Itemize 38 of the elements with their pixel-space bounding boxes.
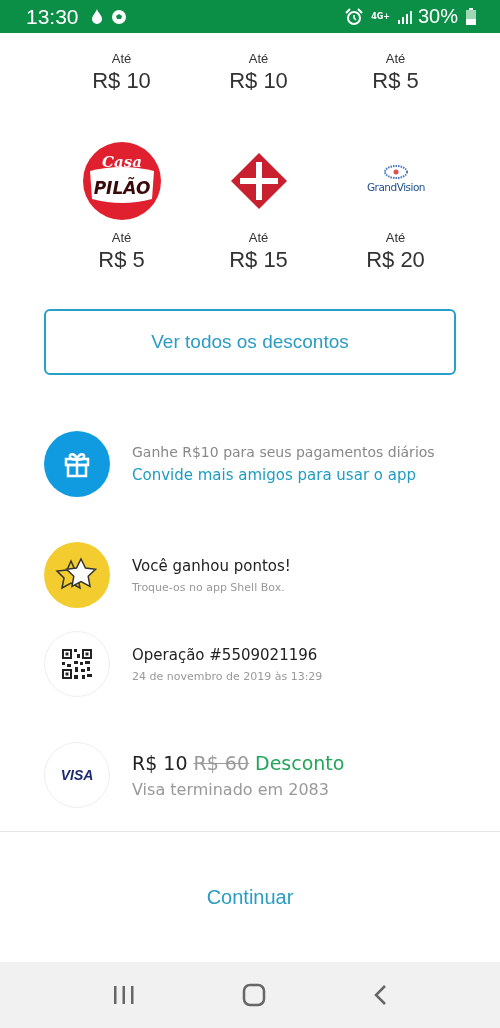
item-subtitle: Troque-os no app Shell Box.	[132, 580, 286, 594]
battery-icon	[466, 8, 476, 25]
referral-text: Ganhe R$10 para seus pagamentos diários	[132, 444, 435, 460]
home-icon[interactable]	[242, 983, 266, 1007]
discount-amount: R$ 5	[372, 67, 419, 95]
discount-amount: R$ 15	[229, 246, 288, 274]
brand-logo: GrandVision	[363, 164, 428, 198]
signal-icon	[397, 9, 412, 24]
continue-button[interactable]: Continuar	[194, 879, 306, 915]
back-icon[interactable]	[372, 984, 387, 1006]
item-subtitle: 24 de novembro de 2019 às 13:29	[132, 669, 323, 683]
invite-link[interactable]: Convide mais amigos para usar o app	[132, 466, 435, 484]
old-price: R$ 60	[193, 751, 250, 774]
alarm-icon	[345, 7, 364, 26]
discount-label: Desconto	[255, 751, 345, 774]
flame-icon	[90, 8, 103, 25]
discount-prefix: Até	[385, 51, 406, 67]
discount-prefix: Até	[248, 51, 269, 67]
recent-apps-icon[interactable]	[113, 985, 136, 1005]
discount-prefix: Até	[111, 230, 132, 246]
discount-prefix: Até	[111, 51, 132, 67]
brand-logo: Casa PILÃO	[81, 141, 162, 221]
item-title: Operação #5509021196	[132, 645, 319, 664]
discount-amount: R$ 10	[229, 67, 288, 95]
battery-label: 30%	[417, 5, 458, 28]
network-label: 4G+	[371, 12, 390, 21]
cross-logo	[229, 152, 288, 210]
price: R$ 10	[132, 751, 188, 774]
discount-amount: R$ 10	[92, 67, 151, 95]
discount-amount: R$ 20	[366, 246, 425, 274]
card-brand-logo: VISA	[60, 767, 94, 783]
card-info: Visa terminado em 2083	[132, 779, 330, 799]
clock: 13:30	[26, 4, 79, 29]
item-title: Você ganhou pontos!	[132, 556, 291, 575]
discount-prefix: Até	[385, 230, 406, 246]
discount-amount: R$ 5	[98, 246, 145, 274]
discount-prefix: Até	[248, 230, 269, 246]
all-discounts-button[interactable]: Ver todos os descontos	[44, 309, 456, 375]
